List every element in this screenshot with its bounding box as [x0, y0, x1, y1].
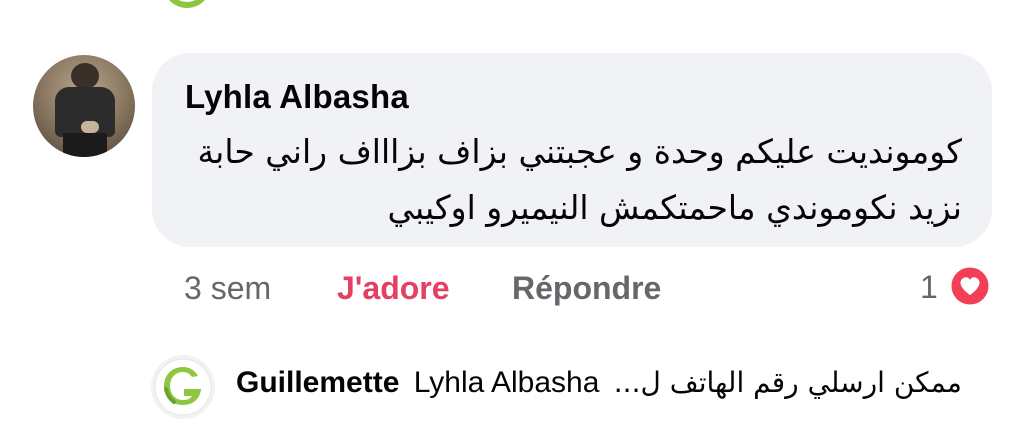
avatar[interactable] [33, 55, 135, 157]
reply-button[interactable]: Répondre [512, 270, 661, 307]
reply-author[interactable]: Guillemette [236, 366, 399, 399]
avatar-hand [81, 121, 99, 133]
comment-timestamp[interactable]: 3 sem [184, 270, 271, 307]
reply-preview: ممكن ارسلي رقم الهاتف ل... [613, 366, 962, 399]
guillemette-logo-icon[interactable] [150, 354, 216, 420]
heart-icon[interactable] [948, 264, 992, 308]
previous-comment-avatar[interactable] [163, 0, 211, 8]
avatar-head [71, 63, 99, 89]
like-button[interactable]: J'adore [337, 270, 450, 307]
reply-summary[interactable]: Guillemette Lyhla Albasha ممكن ارسلي رقم… [236, 366, 1006, 400]
reply-mention[interactable]: Lyhla Albasha [414, 366, 600, 399]
avatar-shorts [63, 133, 107, 157]
comment-text: كومونديت عليكم وحدة و عجبتني بزاف بزاااف… [197, 132, 962, 227]
comment-author[interactable]: Lyhla Albasha [185, 78, 409, 116]
reaction-count[interactable]: 1 [920, 269, 938, 306]
